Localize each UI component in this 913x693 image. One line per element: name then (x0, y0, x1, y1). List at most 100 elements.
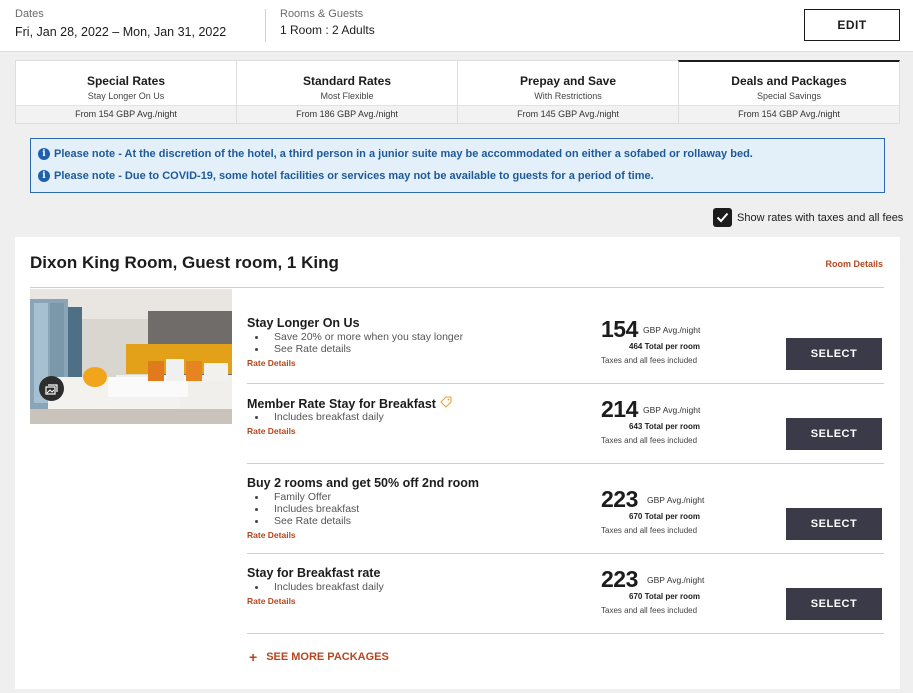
select-button[interactable]: SELECT (786, 508, 882, 540)
tab-subtitle: With Restrictions (534, 91, 602, 101)
total-amount: 464 (629, 342, 643, 351)
tab-subtitle: Most Flexible (320, 91, 374, 101)
price-unit: GBP Avg./night (647, 575, 705, 585)
gallery-button[interactable] (39, 376, 64, 401)
check-icon (716, 212, 729, 223)
rate-title-text: Buy 2 rooms and get 50% off 2nd room (247, 476, 479, 490)
search-summary-bar: Dates Fri, Jan 28, 2022 – Mon, Jan 31, 2… (0, 0, 913, 52)
info-icon: i (38, 148, 50, 160)
tab-standard-rates[interactable]: Standard Rates Most Flexible From 186 GB… (236, 60, 457, 124)
guests-summary: Rooms & Guests 1 Room : 2 Adults (280, 8, 375, 37)
tax-note: Taxes and all fees included (601, 526, 698, 535)
divider (247, 463, 884, 464)
tab-from-price: From 186 GBP Avg./night (237, 105, 457, 123)
rate-bullet: See Rate details (255, 343, 463, 355)
rate-bullets: Includes breakfast daily (255, 411, 384, 423)
rate-details-link[interactable]: Rate Details (247, 530, 296, 540)
notice-line: i Please note - At the discretion of the… (38, 148, 753, 160)
price-total: 643 Total per room (629, 422, 700, 431)
tax-toggle[interactable]: Show rates with taxes and all fees (713, 208, 903, 227)
room-card: Dixon King Room, Guest room, 1 King Room… (15, 237, 900, 689)
rate-title-text: Stay Longer On Us (247, 316, 360, 330)
tax-toggle-label: Show rates with taxes and all fees (737, 211, 904, 224)
guests-value: 1 Room : 2 Adults (280, 23, 375, 37)
notice-text: Please note - Due to COVID-19, some hote… (54, 170, 654, 182)
rate-title-text: Stay for Breakfast rate (247, 566, 381, 580)
tag-icon (440, 396, 453, 411)
price-unit: GBP Avg./night (643, 405, 701, 415)
rate-tabs: Special Rates Stay Longer On Us From 154… (15, 60, 900, 124)
price-unit: GBP Avg./night (647, 495, 705, 505)
dates-label: Dates (15, 8, 44, 20)
rate-title: Buy 2 rooms and get 50% off 2nd room (247, 476, 479, 490)
rate-bullet: See Rate details (255, 515, 359, 527)
divider (247, 383, 884, 384)
see-more-packages-label: SEE MORE PACKAGES (266, 651, 389, 663)
tab-from-price: From 145 GBP Avg./night (458, 105, 678, 123)
rate-bullets: Includes breakfast daily (255, 581, 384, 593)
plus-icon: + (249, 649, 258, 665)
tab-title: Standard Rates (302, 74, 392, 88)
price-unit: GBP Avg./night (643, 325, 701, 335)
rate-bullets: Save 20% or more when you stay longer Se… (255, 331, 463, 355)
rate-bullet: Save 20% or more when you stay longer (255, 331, 463, 343)
info-icon: i (38, 170, 50, 182)
total-label: Total per room (644, 422, 701, 431)
notice-text: Please note - At the discretion of the h… (54, 148, 753, 160)
rate-bullets: Family Offer Includes breakfast See Rate… (255, 491, 359, 527)
tax-checkbox[interactable] (713, 208, 732, 227)
total-label: Total per room (644, 512, 701, 521)
room-title: Dixon King Room, Guest room, 1 King (30, 253, 339, 272)
rate-bullet: Includes breakfast (255, 503, 359, 515)
rate-details-link[interactable]: Rate Details (247, 426, 296, 436)
select-button[interactable]: SELECT (786, 418, 882, 450)
room-details-link[interactable]: Room Details (825, 259, 883, 269)
rate-bullet: Family Offer (255, 491, 359, 503)
dates-summary: Dates Fri, Jan 28, 2022 – Mon, Jan 31, 2… (15, 8, 226, 39)
price-amount: 223 (601, 486, 638, 512)
tab-prepay-and-save[interactable]: Prepay and Save With Restrictions From 1… (457, 60, 678, 124)
tab-special-rates[interactable]: Special Rates Stay Longer On Us From 154… (15, 60, 236, 124)
price-total: 670 Total per room (629, 592, 700, 601)
notice-line: i Please note - Due to COVID-19, some ho… (38, 170, 654, 182)
room-photo[interactable] (30, 289, 232, 424)
tab-deals-and-packages[interactable]: Deals and Packages Special Savings From … (678, 60, 900, 124)
divider (247, 553, 884, 554)
rate-details-link[interactable]: Rate Details (247, 596, 296, 606)
tax-note: Taxes and all fees included (601, 436, 698, 445)
tax-note: Taxes and all fees included (601, 606, 698, 615)
select-button[interactable]: SELECT (786, 588, 882, 620)
rate-title: Stay for Breakfast rate (247, 566, 380, 580)
tab-title: Special Rates (86, 74, 166, 88)
rate-bullet: Includes breakfast daily (255, 411, 384, 423)
price-amount: 214 (601, 396, 638, 422)
total-amount: 670 (629, 512, 643, 521)
tab-subtitle: Special Savings (756, 91, 822, 101)
total-label: Total per room (644, 342, 701, 351)
price-amount: 223 (601, 566, 638, 592)
price-total: 464 Total per room (629, 342, 700, 351)
total-amount: 643 (629, 422, 643, 431)
room-image (30, 289, 232, 424)
rate-title: Member Rate Stay for Breakfast (247, 396, 453, 411)
divider (265, 9, 266, 42)
tab-from-price: From 154 GBP Avg./night (16, 105, 236, 123)
tab-from-price: From 154 GBP Avg./night (679, 105, 899, 123)
divider (247, 633, 884, 634)
rate-title: Stay Longer On Us (247, 316, 360, 330)
rate-bullet: Includes breakfast daily (255, 581, 384, 593)
dates-value: Fri, Jan 28, 2022 – Mon, Jan 31, 2022 (15, 25, 227, 39)
total-amount: 670 (629, 592, 643, 601)
edit-button[interactable]: EDIT (804, 9, 900, 41)
notice-box: i Please note - At the discretion of the… (30, 138, 885, 193)
see-more-packages-link[interactable]: + SEE MORE PACKAGES (249, 650, 389, 664)
guests-label: Rooms & Guests (280, 8, 364, 20)
tab-title: Prepay and Save (519, 74, 617, 88)
price-amount: 154 (601, 316, 638, 342)
rate-details-link[interactable]: Rate Details (247, 358, 296, 368)
divider (30, 287, 884, 288)
total-label: Total per room (644, 592, 701, 601)
select-button[interactable]: SELECT (786, 338, 882, 370)
tax-note: Taxes and all fees included (601, 356, 698, 365)
tab-title: Deals and Packages (731, 74, 847, 88)
